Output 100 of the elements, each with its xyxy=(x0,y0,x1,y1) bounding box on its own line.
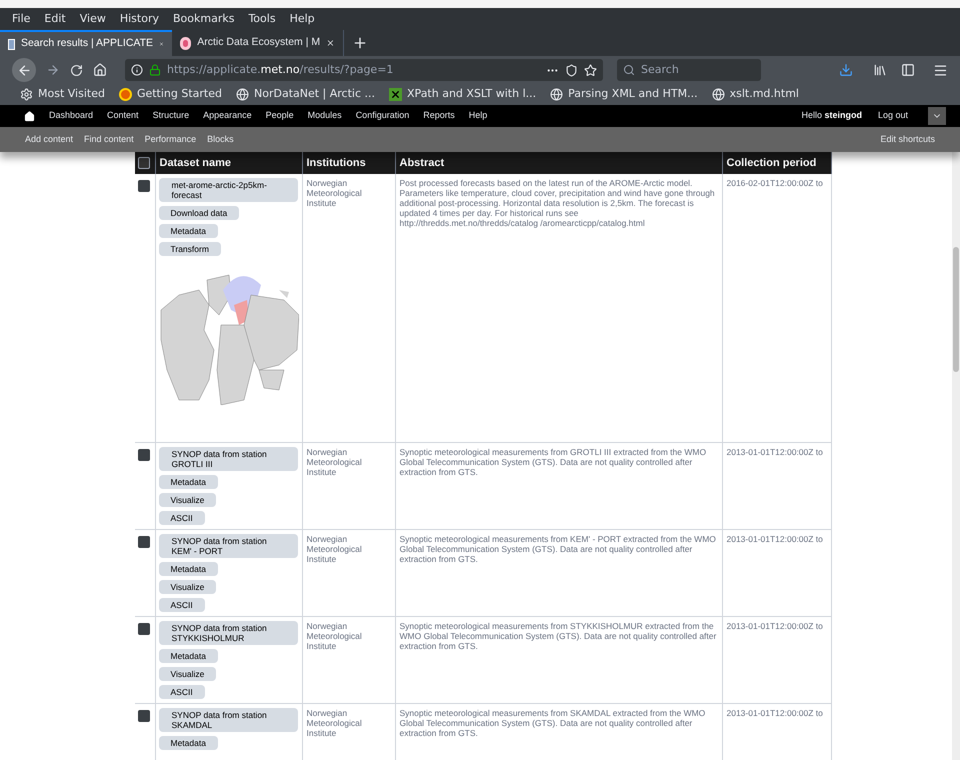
bookmark[interactable]: Most Visited xyxy=(20,86,105,103)
address-bar[interactable]: https://applicate.met.no/results/?page=1 xyxy=(125,59,603,81)
x-logo-icon xyxy=(389,88,402,101)
toolbar-link[interactable]: Dashboard xyxy=(49,109,94,123)
back-button[interactable] xyxy=(12,58,36,82)
period-cell: 2013-01-01T12:00:00Z to xyxy=(722,442,831,529)
tab-title: Search results | APPLICATE xyxy=(20,36,154,52)
new-tab-icon[interactable] xyxy=(352,35,368,51)
toolbar-link[interactable]: Configuration xyxy=(356,109,410,123)
reload-icon[interactable] xyxy=(70,64,83,76)
action-button[interactable]: Visualize xyxy=(158,666,216,680)
bookmark[interactable]: XPath and XSLT with l... xyxy=(389,86,536,103)
shortcut-link[interactable]: Add content xyxy=(25,132,74,146)
abstract-cell: Synoptic meteorological measurements from GROTLI III extracted from the WMO Global Telecommunication System (GTS). Data are not quality controlled after extraction from GTS. xyxy=(395,442,722,529)
bookmark[interactable]: NorDataNet | Arctic ... xyxy=(236,86,376,103)
action-button[interactable]: Visualize xyxy=(158,492,216,506)
shortcut-link[interactable]: Find content xyxy=(84,132,134,146)
row-checkbox[interactable] xyxy=(138,448,150,460)
globe-icon xyxy=(236,88,249,101)
select-all-checkbox[interactable] xyxy=(138,157,150,169)
toolbar-link[interactable]: Content xyxy=(107,109,139,123)
institution-cell: Norwegian Meteorological Institute xyxy=(302,703,395,760)
action-button[interactable]: Visualize xyxy=(158,580,216,594)
info-icon[interactable] xyxy=(131,64,143,76)
search-icon xyxy=(623,64,635,76)
row-checkbox[interactable] xyxy=(138,710,150,722)
shortcut-link[interactable]: Performance xyxy=(144,132,196,146)
row-checkbox[interactable] xyxy=(138,536,150,548)
column-header[interactable]: Institutions xyxy=(302,152,395,174)
bookmark[interactable]: Parsing XML and HTM... xyxy=(550,86,698,103)
lock-icon xyxy=(149,64,161,76)
column-header[interactable]: Collection period xyxy=(722,152,831,174)
edit-shortcuts-link[interactable]: Edit shortcuts xyxy=(880,132,935,146)
action-button[interactable]: Metadata xyxy=(158,474,218,488)
period-cell: 2013-01-01T12:00:00Z to xyxy=(722,529,831,616)
dataset-link[interactable]: met-arome-arctic-2p5km-forecast xyxy=(158,178,298,202)
toggle-button[interactable] xyxy=(928,107,946,125)
logout-link[interactable]: Log out xyxy=(878,109,908,123)
menu-item[interactable]: Tools xyxy=(248,10,276,28)
dataset-link[interactable]: SYNOP data from station GROTLI III xyxy=(158,446,298,470)
globe-icon xyxy=(550,88,564,101)
action-button[interactable]: Download data xyxy=(158,206,240,220)
toolbar-link[interactable]: Modules xyxy=(308,109,342,123)
institution-cell: Norwegian Meteorological Institute xyxy=(302,529,395,616)
shortcut-link[interactable]: Blocks xyxy=(207,132,234,146)
search-field[interactable]: Search xyxy=(617,59,761,81)
bookmark[interactable]: xslt.md.html xyxy=(712,86,799,103)
institution-cell: Norwegian Meteorological Institute xyxy=(302,442,395,529)
period-cell: 2016-02-01T12:00:00Z to xyxy=(722,174,831,442)
toolbar-link[interactable]: Appearance xyxy=(203,109,252,123)
menu-item[interactable]: Help xyxy=(290,10,315,28)
greeting-text: Hello steingod xyxy=(801,109,862,122)
action-button[interactable]: Metadata xyxy=(158,736,218,750)
forward-icon[interactable] xyxy=(46,63,60,77)
row-checkbox[interactable] xyxy=(138,180,150,192)
dataset-link[interactable]: SYNOP data from station SKAMDAL xyxy=(158,708,298,732)
column-header[interactable]: Abstract xyxy=(395,152,722,174)
institution-cell: Norwegian Meteorological Institute xyxy=(302,616,395,703)
bookmark[interactable]: Getting Started xyxy=(118,86,222,103)
period-cell: 2013-01-01T12:00:00Z to xyxy=(722,616,831,703)
globe-icon xyxy=(712,88,725,101)
search-placeholder: Search xyxy=(641,62,679,78)
home-icon[interactable] xyxy=(93,63,107,77)
scrollbar[interactable] xyxy=(952,152,960,760)
toolbar-link[interactable]: People xyxy=(266,109,294,123)
dataset-link[interactable]: SYNOP data from station STYKKISHOLMUR xyxy=(158,620,298,644)
action-button[interactable]: Metadata xyxy=(158,648,218,662)
toolbar-link[interactable]: Reports xyxy=(423,109,455,123)
tab-title: Arctic Data Ecosystem | M xyxy=(197,35,320,50)
toolbar-link[interactable]: Structure xyxy=(152,109,190,123)
scrollbar-thumb[interactable] xyxy=(953,247,959,372)
menu-item[interactable]: Edit xyxy=(44,10,66,28)
menu-item[interactable]: History xyxy=(120,10,159,28)
action-button[interactable]: ASCII xyxy=(158,510,205,524)
abstract-cell: Synoptic meteorological measurements from KEM' - PORT extracted from the WMO Global Telecommunication System (GTS). Data are not quality controlled after extraction from GTS. xyxy=(395,529,722,616)
period-cell: 2013-01-01T12:00:00Z to xyxy=(722,703,831,760)
action-button[interactable]: ASCII xyxy=(158,684,205,698)
browser-tab[interactable]: Search results | APPLICATE xyxy=(0,30,172,56)
abstract-cell: Post processed forecasts based on the latest run of the AROME-Arctic model. Parameters like temperature, cloud cover, precipitation and wind have gone through additional post-processing. Horizontal data resolution is 2,5km. The forecast is updated 4 times per day. For historical runs see http://thredds.met.no/thredds/catalog /aromearcticpp/catalog.html xyxy=(395,174,722,442)
download-icon[interactable] xyxy=(839,63,853,77)
page-favicon-icon xyxy=(8,38,15,50)
star-icon[interactable] xyxy=(584,64,597,76)
row-checkbox[interactable] xyxy=(138,622,150,634)
menu-icon[interactable] xyxy=(933,62,948,78)
menu-item[interactable]: File xyxy=(12,10,30,28)
url-text: https://applicate.met.no/results/?page=1 xyxy=(167,62,394,78)
action-button[interactable]: Transform xyxy=(158,242,221,256)
dataset-link[interactable]: SYNOP data from station KEM' - PORT xyxy=(158,534,298,558)
fox-logo-icon xyxy=(118,88,132,101)
abstract-cell: Synoptic meteorological measurements from STYKKISHOLMUR extracted from the WMO Global Telecommunication System (GTS). Data are not quality controlled after extraction from GTS. xyxy=(395,616,722,703)
action-button[interactable]: Metadata xyxy=(158,562,218,576)
sidebar-icon[interactable] xyxy=(901,63,915,77)
menu-item[interactable]: Bookmarks xyxy=(172,10,234,28)
gear-icon xyxy=(20,88,33,101)
column-header[interactable]: Dataset name xyxy=(155,152,302,174)
action-button[interactable]: Metadata xyxy=(158,224,218,238)
library-icon[interactable] xyxy=(873,63,887,77)
toolbar-link[interactable]: Help xyxy=(468,109,488,123)
action-button[interactable]: ASCII xyxy=(158,598,205,612)
menu-item[interactable]: View xyxy=(80,10,106,28)
